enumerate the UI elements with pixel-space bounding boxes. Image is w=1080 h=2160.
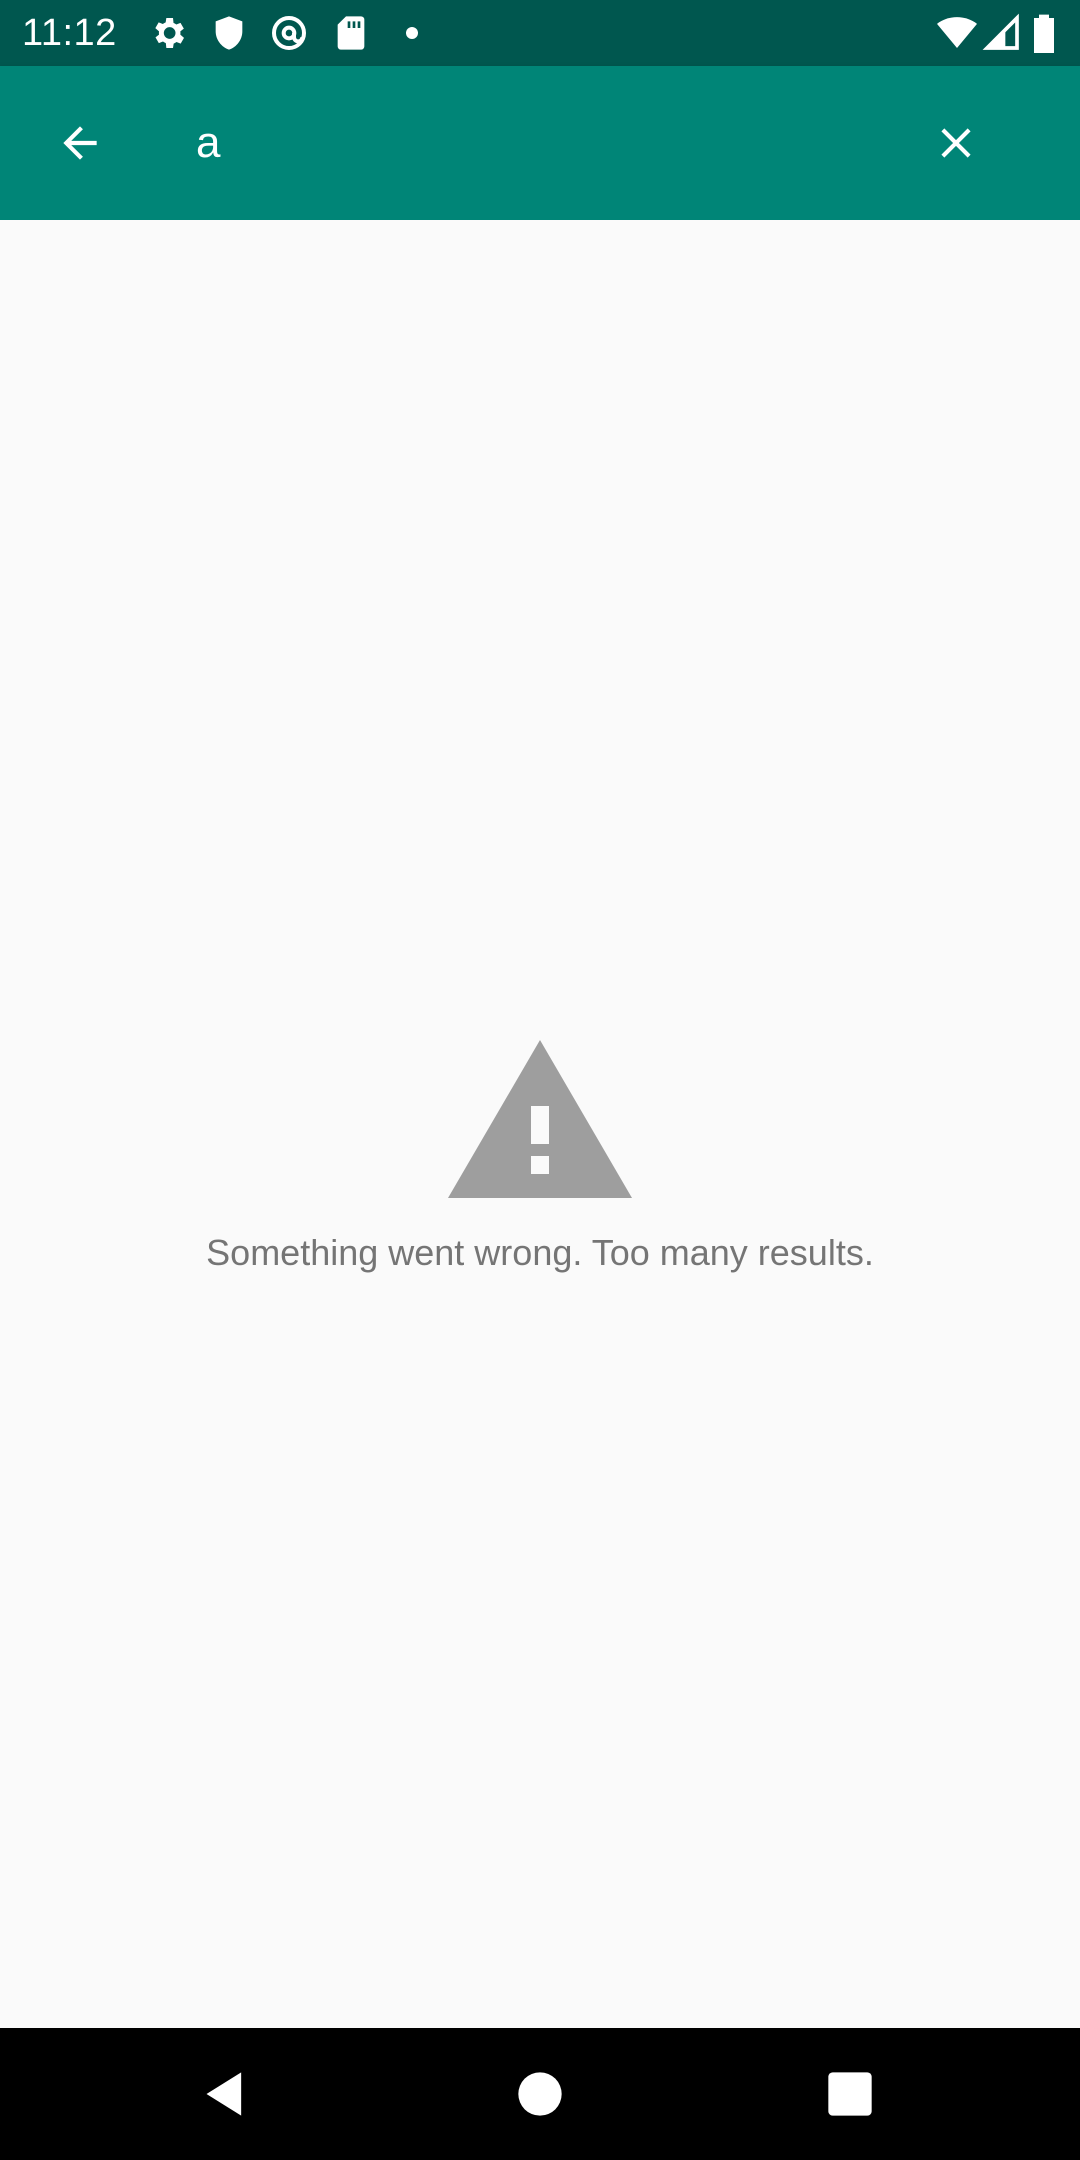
home-circle-icon (518, 2072, 562, 2116)
recents-square-icon (828, 2072, 872, 2116)
error-message: Something went wrong. Too many results. (206, 1232, 874, 1273)
sd-card-icon (331, 13, 371, 53)
nav-back-button[interactable] (186, 2054, 266, 2134)
search-toolbar (0, 66, 1080, 220)
system-nav-bar (0, 2028, 1080, 2160)
back-button[interactable] (36, 99, 124, 187)
arrow-back-icon (63, 126, 97, 160)
shield-icon (209, 13, 249, 53)
close-icon (941, 128, 971, 158)
cell-signal-icon (982, 13, 1022, 53)
battery-icon (1030, 13, 1058, 53)
nav-home-button[interactable] (500, 2054, 580, 2134)
status-time: 11:12 (22, 12, 117, 54)
content-area: Something went wrong. Too many results. (0, 220, 1080, 2028)
dot-icon (400, 13, 424, 53)
at-sync-icon (269, 13, 309, 53)
status-bar: 11:12 (0, 0, 1080, 66)
error-state: Something went wrong. Too many results. (0, 1040, 1080, 1278)
clear-search-button[interactable] (912, 99, 1000, 187)
gear-icon (148, 13, 188, 53)
warning-icon (448, 1040, 632, 1198)
wifi-icon (934, 13, 980, 53)
back-triangle-icon (206, 2072, 242, 2116)
search-input[interactable] (196, 106, 856, 180)
nav-recents-button[interactable] (810, 2054, 890, 2134)
